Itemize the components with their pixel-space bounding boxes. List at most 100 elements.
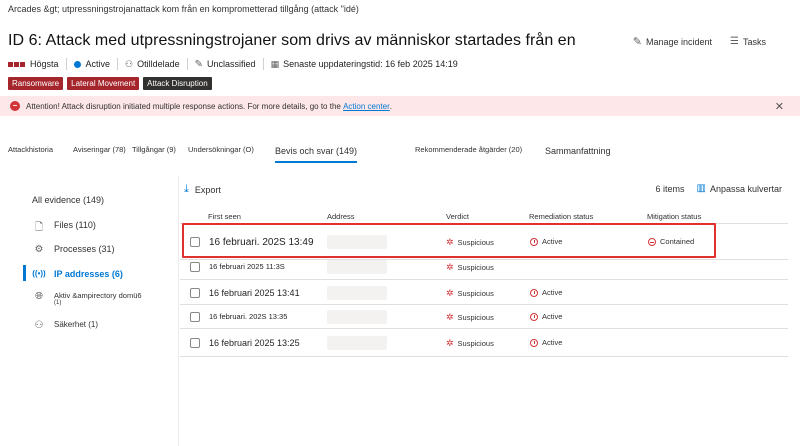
pencil-icon: ✎ [194, 58, 204, 70]
nav-active-directory[interactable]: 🌐︎ Aktiv &ampirectory domü6 (1) [32, 291, 142, 306]
tab-recommended-actions[interactable]: Rekommenderade åtgärder (20) [415, 145, 522, 154]
cell-verdict: ✲ Suspicious [446, 288, 494, 299]
tasks-button[interactable]: ☰ Tasks [730, 35, 766, 48]
column-verdict[interactable]: Verdict [446, 212, 469, 221]
nav-all-evidence[interactable]: All evidence (149) [32, 195, 104, 205]
clock-icon [530, 312, 538, 321]
top-actions: ✎ Manage incident ☰ Tasks [633, 35, 766, 48]
remediation-label: Active [542, 338, 563, 347]
nav-files[interactable]: 🗋 Files (110) [32, 220, 96, 237]
nav-active-directory-text: Aktiv &ampirectory domü6 (1) [54, 291, 142, 306]
nav-security-label: Säkerhet (1) [54, 320, 99, 329]
manage-incident-label: Manage incident [645, 36, 713, 47]
tag-ransomware[interactable]: Ransomware [8, 77, 64, 90]
remediation-label: Active [542, 312, 563, 321]
column-remediation-status[interactable]: Remediation status [529, 212, 593, 221]
last-update-label: Senaste uppdateringstid: 16 feb 2025 14:… [283, 59, 458, 69]
attention-banner: − Attention! Attack disruption initiated… [0, 96, 800, 116]
cell-address-redacted [327, 310, 387, 324]
tab-alerts[interactable]: Aviseringar (78) [73, 145, 126, 154]
clock-icon [530, 338, 538, 347]
table-toolbar-right: 6 items ▥ Anpassa kulvertar [655, 183, 782, 194]
manage-incident-button[interactable]: ✎ Manage incident [633, 35, 712, 48]
nav-files-label: Files (110) [54, 220, 96, 230]
tab-evidence-and-response[interactable]: Bevis och svar (149) [275, 146, 358, 163]
tab-investigations[interactable]: Undersökningar (O) [188, 145, 254, 154]
bug-icon: ✲ [446, 338, 454, 348]
export-button[interactable]: ⤓ Export [184, 183, 221, 196]
row-checkbox[interactable] [190, 338, 200, 348]
nav-processes-label: Processes (31) [54, 244, 115, 254]
bug-icon: ✲ [446, 288, 454, 298]
cell-address-redacted [327, 336, 387, 350]
banner-text: Attention! Attack disruption initiated m… [26, 101, 341, 111]
items-count: 6 items [655, 183, 685, 194]
bug-icon: ✲ [446, 262, 454, 272]
severity-icon [8, 61, 25, 67]
gear-icon: ⚙ [34, 244, 44, 255]
tag-list: Ransomware Lateral Movement Attack Disru… [8, 77, 212, 90]
incident-meta: Högsta Active ⚇ Otilldelade ✎ Unclassifi… [8, 58, 458, 70]
row-divider [180, 259, 788, 260]
list-icon: ☰ [730, 36, 739, 47]
globe-icon: 🌐︎ [35, 291, 43, 302]
row-checkbox[interactable] [190, 262, 200, 272]
pencil-icon: ✎ [632, 36, 642, 48]
file-icon: 🗋 [34, 222, 44, 233]
nav-processes[interactable]: ⚙ Processes (31) [32, 244, 115, 255]
tab-attack-story[interactable]: Attackhistoria [8, 145, 53, 154]
row-highlight-box [182, 223, 716, 258]
tab-assets[interactable]: Tillgångar (9) [132, 145, 176, 154]
cell-first-seen: 16 februari 2025 13:41 [209, 288, 300, 298]
page-title: ID 6: Attack med utpressningstrojaner so… [8, 32, 576, 49]
column-first-seen[interactable]: First seen [208, 212, 241, 221]
row-divider [180, 304, 788, 305]
breadcrumb[interactable]: Arcades &gt; utpressningstrojanattack ko… [8, 4, 359, 14]
nav-security[interactable]: ⚇ Säkerhet (1) [32, 320, 99, 331]
tag-attack-disruption[interactable]: Attack Disruption [143, 77, 212, 90]
banner-suffix: . [389, 101, 393, 111]
download-icon: ⤓ [184, 183, 189, 195]
action-center-link[interactable]: Action center [343, 102, 390, 111]
verdict-label: Suspicious [457, 313, 494, 322]
tab-summary[interactable]: Sammanfattning [545, 146, 611, 156]
nav-all-evidence-label: All evidence (149) [32, 195, 105, 205]
classification-label[interactable]: Unclassified [207, 59, 256, 69]
verdict-label: Suspicious [457, 339, 494, 348]
cell-first-seen: 16 februari 2025 13:25 [209, 338, 300, 348]
columns-icon: ▥ [696, 183, 706, 194]
tab-bar: Attackhistoria Aviseringar (78) Tillgång… [0, 140, 800, 164]
row-divider [180, 356, 788, 357]
row-divider [180, 328, 788, 329]
row-checkbox[interactable] [190, 288, 200, 298]
severity-label: Högsta [30, 59, 59, 69]
tasks-label: Tasks [742, 36, 766, 47]
cell-verdict: ✲ Suspicious [446, 312, 494, 323]
users-icon: ⚇ [34, 320, 44, 331]
customize-columns-button[interactable]: ▥ Anpassa kulvertar [697, 183, 783, 194]
cell-verdict: ✲ Suspicious [446, 338, 494, 349]
verdict-label: Suspicious [457, 289, 494, 298]
cell-remediation: Active [530, 288, 562, 297]
cell-address-redacted [327, 260, 387, 274]
column-mitigation-status[interactable]: Mitigation status [647, 212, 701, 221]
column-address[interactable]: Address [327, 212, 355, 221]
export-label: Export [194, 184, 221, 195]
customize-columns-label: Anpassa kulvertar [709, 183, 782, 194]
assigned-label[interactable]: Otilldelade [137, 59, 180, 69]
cell-remediation: Active [530, 312, 562, 321]
nav-ip-addresses[interactable]: ((•)) IP addresses (6) [32, 269, 123, 279]
broadcast-icon: ((•)) [32, 269, 46, 278]
close-icon[interactable]: ✕ [775, 100, 784, 113]
cell-address-redacted [327, 286, 387, 300]
nav-active-directory-count: (1) [54, 300, 62, 306]
row-checkbox[interactable] [190, 312, 200, 322]
person-icon: ⚇ [125, 58, 134, 69]
panel-divider [178, 176, 179, 446]
error-icon: − [10, 101, 20, 111]
cell-verdict: ✲ Suspicious [446, 262, 494, 273]
status-label: Active [85, 59, 111, 69]
nav-active-directory-label: Aktiv &ampirectory domü6 [54, 291, 142, 300]
cell-remediation: Active [530, 338, 562, 347]
tag-lateral-movement[interactable]: Lateral Movement [67, 77, 140, 90]
